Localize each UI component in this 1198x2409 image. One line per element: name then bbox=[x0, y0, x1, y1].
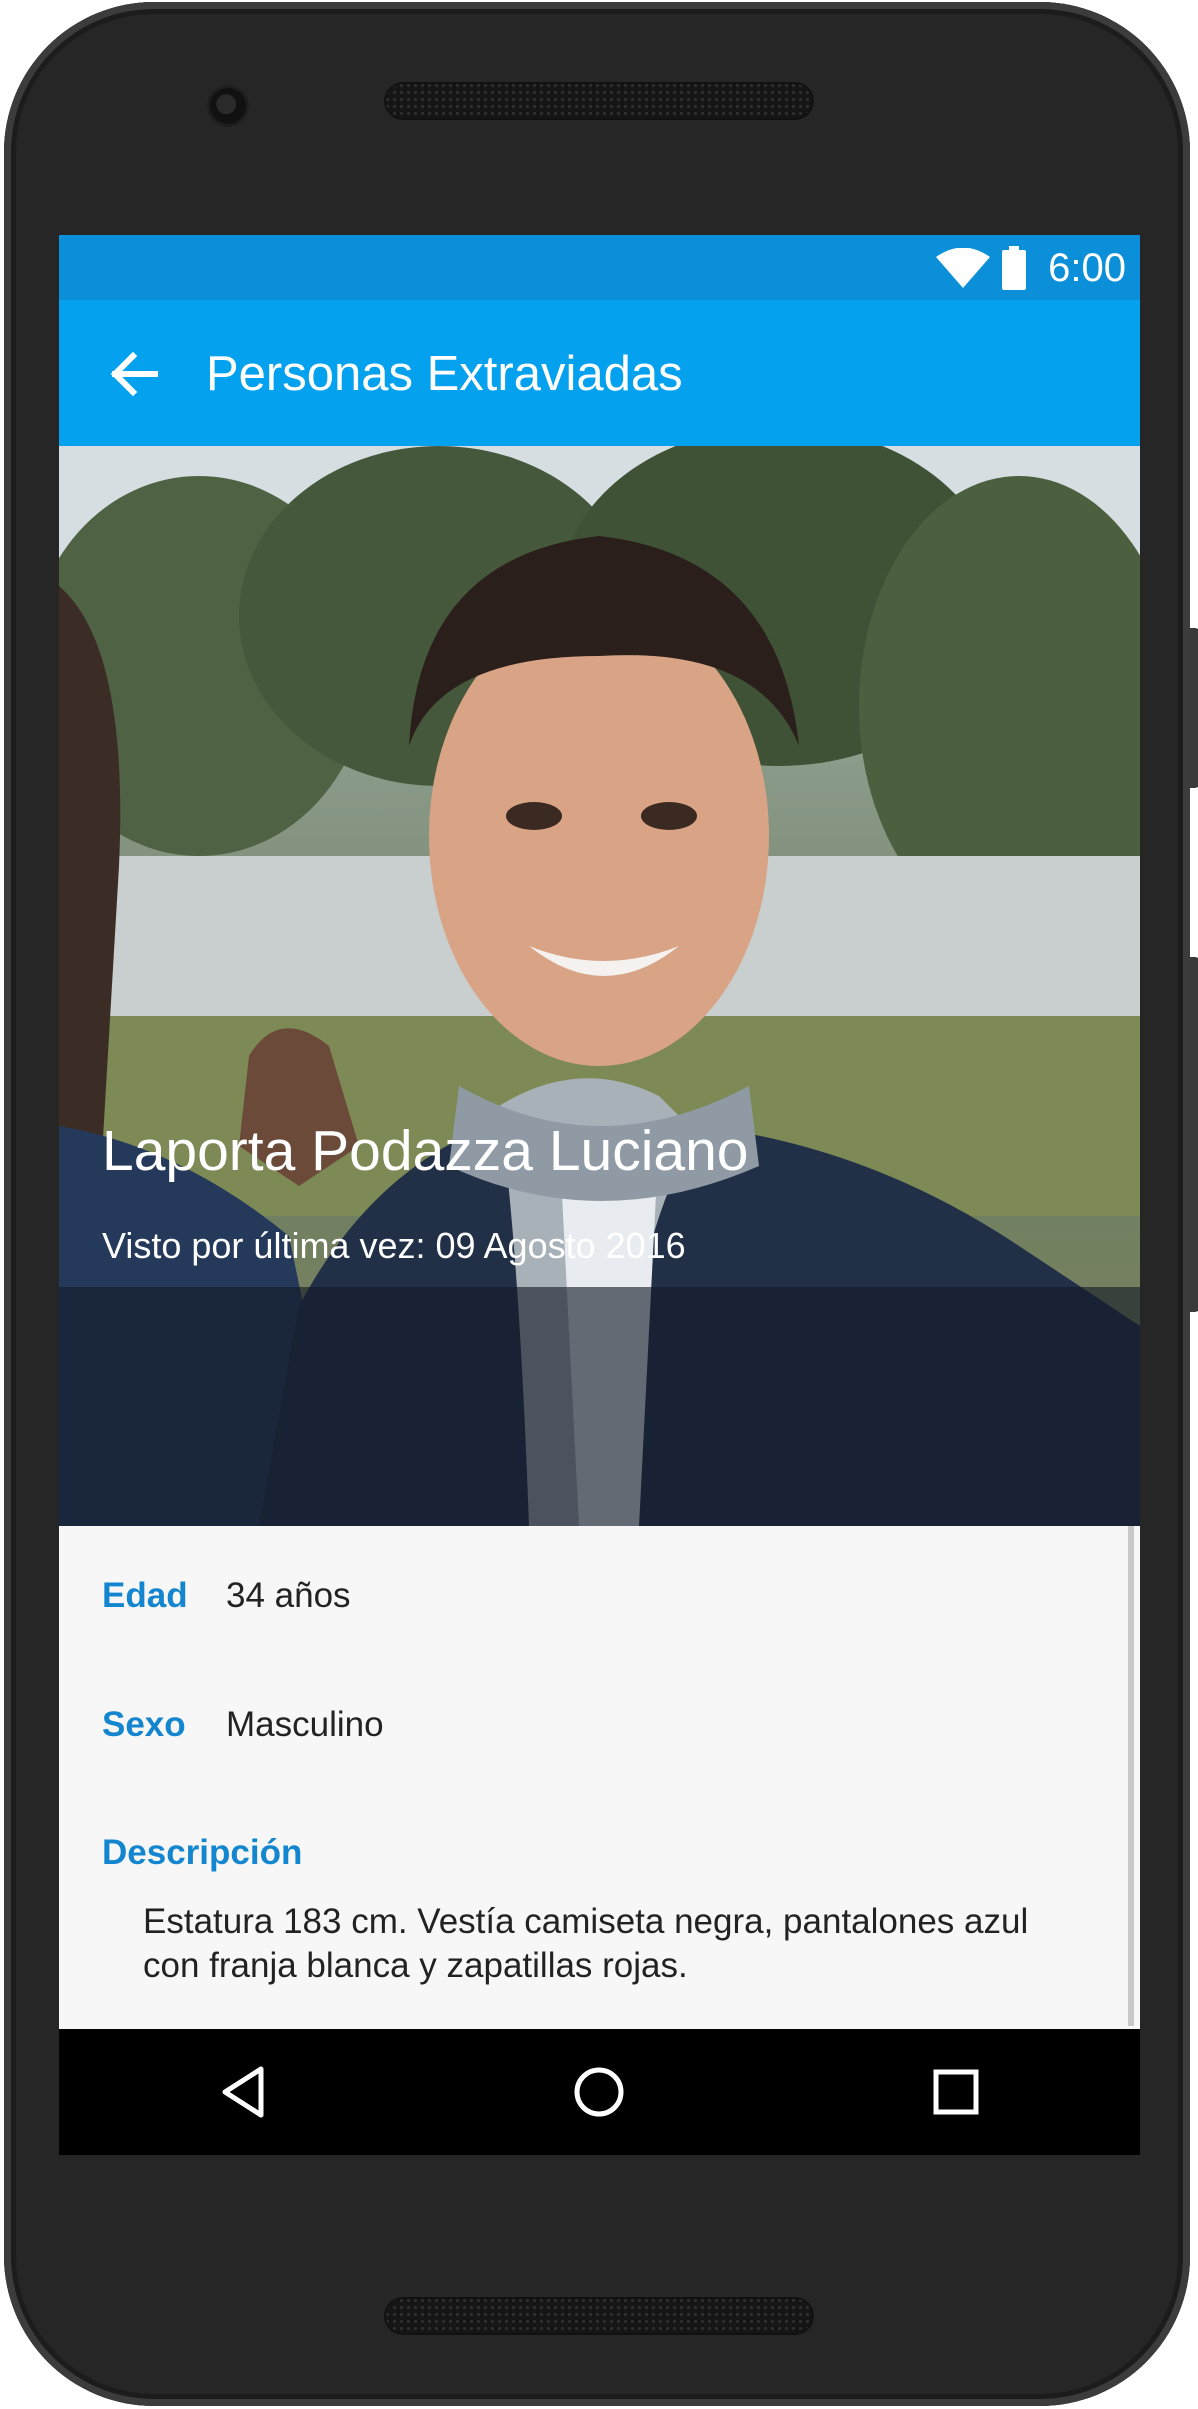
age-value: 34 años bbox=[226, 1576, 351, 1615]
person-name: Laporta Podazza Luciano bbox=[102, 1119, 749, 1183]
photo-caption-overlay bbox=[59, 1287, 1140, 1526]
page-title: Personas Extraviadas bbox=[206, 347, 683, 401]
front-camera bbox=[210, 88, 246, 124]
bottom-speaker-grille bbox=[384, 2297, 814, 2335]
status-time: 6:00 bbox=[1048, 246, 1126, 290]
volume-button bbox=[1190, 957, 1198, 1312]
top-speaker-grille bbox=[384, 82, 814, 120]
person-photo bbox=[59, 446, 1140, 1526]
sex-value: Masculino bbox=[226, 1705, 384, 1744]
status-bar: 6:00 bbox=[59, 235, 1140, 300]
wifi-icon bbox=[936, 248, 990, 288]
age-label: Edad bbox=[102, 1576, 188, 1615]
app-bar: Personas Extraviadas bbox=[59, 300, 1140, 446]
navigation-bar bbox=[59, 2029, 1140, 2155]
battery-icon bbox=[1002, 246, 1026, 290]
description-text: Estatura 183 cm. Vestía camiseta negra, … bbox=[143, 1902, 1029, 1985]
last-seen-text: Visto por última vez: 09 Agosto 2016 bbox=[102, 1225, 686, 1266]
description-label: Descripción bbox=[102, 1833, 303, 1872]
power-button bbox=[1190, 628, 1198, 788]
arrow-back-icon[interactable] bbox=[103, 344, 163, 404]
recents-square-icon[interactable] bbox=[921, 2057, 991, 2127]
screen: 6:00 Personas Extraviadas Laporta Podazz… bbox=[59, 235, 1140, 2155]
phone-frame: 6:00 Personas Extraviadas Laporta Podazz… bbox=[4, 2, 1198, 2406]
sex-label: Sexo bbox=[102, 1705, 186, 1744]
back-triangle-icon[interactable] bbox=[209, 2057, 279, 2127]
scrollbar[interactable] bbox=[1128, 1526, 1134, 2026]
home-circle-icon[interactable] bbox=[564, 2057, 634, 2127]
